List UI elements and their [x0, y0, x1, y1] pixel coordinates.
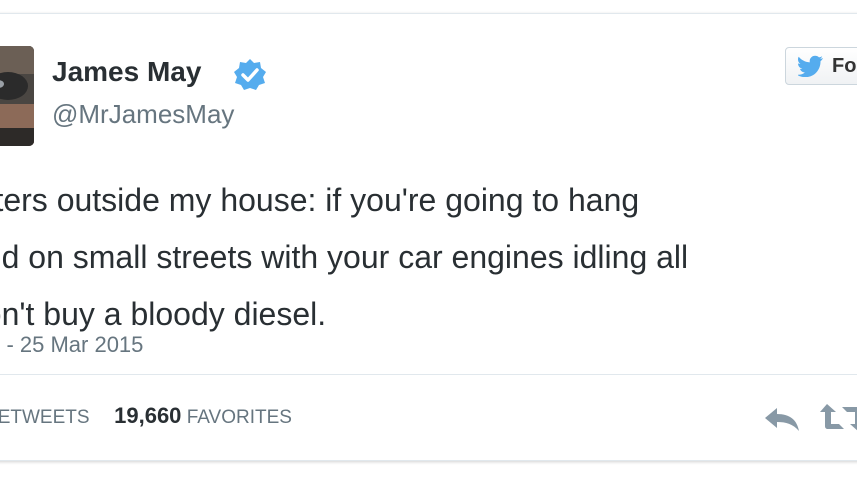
tweet-timestamp[interactable]: M - 25 Mar 2015 [0, 332, 143, 358]
favorites-count[interactable]: 19,660 [114, 403, 181, 428]
tweet-stats: RETWEETS 19,660 FAVORITES [0, 403, 292, 429]
follow-button-label: Fo [832, 54, 857, 77]
twitter-bird-icon [798, 55, 823, 77]
favorites-label[interactable]: FAVORITES [187, 407, 292, 428]
user-handle[interactable]: @MrJamesMay [52, 99, 234, 130]
divider [0, 374, 857, 375]
verified-badge-icon [234, 59, 266, 90]
follow-button[interactable]: Fo [785, 47, 857, 85]
tweet-text-line: orters outside my house: if you're going… [0, 182, 640, 218]
user-name[interactable]: James May [52, 56, 201, 88]
tweet-text: orters outside my house: if you're going… [0, 172, 857, 343]
reply-icon[interactable] [762, 405, 802, 433]
tweet-text-line: und on small streets with your car engin… [0, 239, 689, 275]
retweets-label[interactable]: RETWEETS [0, 407, 90, 428]
avatar[interactable] [0, 46, 34, 146]
retweet-icon[interactable] [818, 402, 857, 434]
